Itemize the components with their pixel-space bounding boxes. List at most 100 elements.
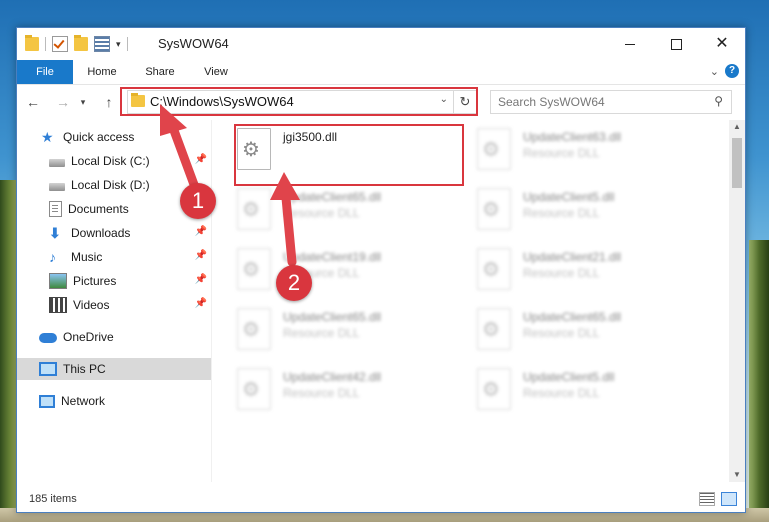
tab-file[interactable]: File bbox=[17, 60, 73, 84]
file-name: UpdateClient63.dll bbox=[523, 130, 622, 144]
sidebar-item-label: Network bbox=[61, 394, 106, 408]
ribbon-tabs: File Home Share View ⌄ ? bbox=[17, 60, 745, 85]
maximize-icon bbox=[670, 38, 682, 50]
star-icon: ★ bbox=[41, 129, 54, 145]
file-item[interactable]: UpdateClient42.dll Resource DLL bbox=[213, 364, 443, 416]
item-count: 185 items bbox=[29, 493, 77, 505]
pin-icon[interactable]: 📌 bbox=[195, 226, 207, 237]
file-item[interactable]: UpdateClient5.dll Resource DLL bbox=[453, 184, 683, 236]
maximize-button[interactable] bbox=[653, 28, 699, 60]
file-type: Resource DLL bbox=[523, 146, 600, 160]
videos-icon bbox=[49, 297, 67, 313]
address-bar-highlight bbox=[120, 87, 478, 116]
large-icons-view-icon[interactable] bbox=[721, 492, 737, 506]
sidebar-item-label: Videos bbox=[73, 298, 110, 312]
computer-icon bbox=[39, 362, 57, 376]
file-item[interactable]: UpdateClient19.dll Resource DLL bbox=[213, 244, 443, 296]
file-item[interactable]: UpdateClient65.dll Resource DLL bbox=[213, 184, 443, 236]
scrollbar-thumb[interactable] bbox=[732, 138, 742, 188]
navigation-pane: ★ Quick access Local Disk (C:) 📌 Local D… bbox=[17, 120, 212, 482]
sidebar-item-pictures[interactable]: Pictures 📌 bbox=[17, 270, 211, 292]
dll-file-icon bbox=[237, 308, 271, 350]
forward-button[interactable]: → bbox=[53, 92, 73, 112]
pin-icon[interactable]: 📌 bbox=[195, 274, 207, 285]
step-badge-1: 1 bbox=[180, 183, 216, 219]
sidebar-item-downloads[interactable]: ⬇ Downloads 📌 bbox=[17, 222, 211, 244]
sidebar-item-label: Quick access bbox=[63, 130, 135, 144]
sidebar-item-onedrive[interactable]: OneDrive bbox=[17, 326, 211, 348]
sidebar-item-label: Local Disk (D:) bbox=[71, 178, 150, 192]
file-item[interactable]: UpdateClient65.dll Resource DLL bbox=[453, 304, 683, 356]
customize-dropdown-icon[interactable]: ▾ bbox=[116, 39, 121, 50]
music-icon: ♪ bbox=[49, 249, 56, 265]
search-icon: ⚲ bbox=[714, 94, 723, 108]
file-type: Resource DLL bbox=[283, 386, 360, 400]
file-name: UpdateClient65.dll bbox=[523, 310, 622, 324]
properties-check-icon[interactable] bbox=[52, 36, 68, 52]
file-type: Resource DLL bbox=[283, 206, 360, 220]
dll-file-icon bbox=[237, 368, 271, 410]
tab-view[interactable]: View bbox=[191, 60, 241, 84]
tab-share[interactable]: Share bbox=[135, 60, 185, 84]
file-type: Resource DLL bbox=[523, 206, 600, 220]
up-button[interactable]: ↑ bbox=[99, 92, 119, 112]
search-input[interactable]: Search SysWOW64 ⚲ bbox=[490, 90, 732, 114]
back-button[interactable]: ← bbox=[23, 92, 43, 112]
properties-icon[interactable] bbox=[94, 36, 110, 52]
help-icon[interactable]: ? bbox=[725, 64, 739, 78]
cloud-icon bbox=[39, 333, 57, 343]
scroll-down-icon[interactable]: ▼ bbox=[729, 468, 745, 482]
desktop-palm-right bbox=[749, 240, 769, 522]
quick-access-toolbar: ▾ bbox=[25, 35, 128, 52]
file-name: UpdateClient5.dll bbox=[523, 370, 615, 384]
expand-ribbon-icon[interactable]: ⌄ bbox=[710, 65, 719, 78]
toolbar-divider bbox=[126, 37, 128, 51]
search-placeholder: Search SysWOW64 bbox=[498, 95, 605, 109]
details-view-icon[interactable] bbox=[699, 492, 715, 506]
recent-locations-icon[interactable]: ▾ bbox=[77, 92, 89, 112]
pin-icon[interactable]: 📌 bbox=[195, 250, 207, 261]
pictures-icon bbox=[49, 273, 67, 289]
close-button[interactable]: ✕ bbox=[699, 28, 745, 60]
pin-icon[interactable]: 📌 bbox=[195, 298, 207, 309]
file-name: UpdateClient65.dll bbox=[283, 310, 382, 324]
tab-home[interactable]: Home bbox=[77, 60, 127, 84]
scroll-up-icon[interactable]: ▲ bbox=[729, 120, 745, 134]
file-item[interactable]: UpdateClient63.dll Resource DLL bbox=[453, 124, 683, 176]
new-folder-icon[interactable] bbox=[74, 35, 88, 51]
drive-icon bbox=[49, 182, 65, 191]
sidebar-item-label: Pictures bbox=[73, 274, 117, 288]
file-name: UpdateClient21.dll bbox=[523, 250, 622, 264]
minimize-icon bbox=[625, 43, 635, 45]
file-item[interactable]: UpdateClient21.dll Resource DLL bbox=[453, 244, 683, 296]
sidebar-item-this-pc[interactable]: This PC bbox=[17, 358, 211, 380]
toolbar-divider bbox=[45, 37, 46, 51]
sidebar-item-local-disk-c[interactable]: Local Disk (C:) 📌 bbox=[17, 150, 211, 172]
step-badge-2: 2 bbox=[276, 265, 312, 301]
sidebar-item-label: Downloads bbox=[71, 226, 131, 240]
close-icon: ✕ bbox=[715, 35, 729, 52]
sidebar-item-music[interactable]: ♪ Music 📌 bbox=[17, 246, 211, 268]
download-icon: ⬇ bbox=[49, 225, 61, 241]
folder-icon bbox=[25, 35, 39, 51]
dll-file-icon bbox=[477, 368, 511, 410]
dll-file-icon bbox=[477, 248, 511, 290]
minimize-button[interactable] bbox=[607, 28, 653, 60]
dll-file-icon bbox=[477, 308, 511, 350]
vertical-scrollbar[interactable]: ▲ ▼ bbox=[729, 120, 745, 482]
sidebar-item-videos[interactable]: Videos 📌 bbox=[17, 294, 211, 316]
file-name: UpdateClient5.dll bbox=[523, 190, 615, 204]
status-bar: 185 items bbox=[17, 486, 745, 512]
sidebar-item-label: Documents bbox=[68, 202, 129, 216]
network-icon bbox=[39, 394, 55, 408]
file-item[interactable]: UpdateClient5.dll Resource DLL bbox=[453, 364, 683, 416]
sidebar-item-quick-access[interactable]: ★ Quick access bbox=[17, 126, 211, 148]
documents-icon bbox=[49, 201, 62, 217]
file-item[interactable]: UpdateClient65.dll Resource DLL bbox=[213, 304, 443, 356]
sidebar-item-label: OneDrive bbox=[63, 330, 114, 344]
file-name: UpdateClient19.dll bbox=[283, 250, 382, 264]
pin-icon[interactable]: 📌 bbox=[195, 154, 207, 165]
file-type: Resource DLL bbox=[523, 266, 600, 280]
dll-file-icon bbox=[477, 188, 511, 230]
sidebar-item-network[interactable]: Network bbox=[17, 390, 211, 412]
